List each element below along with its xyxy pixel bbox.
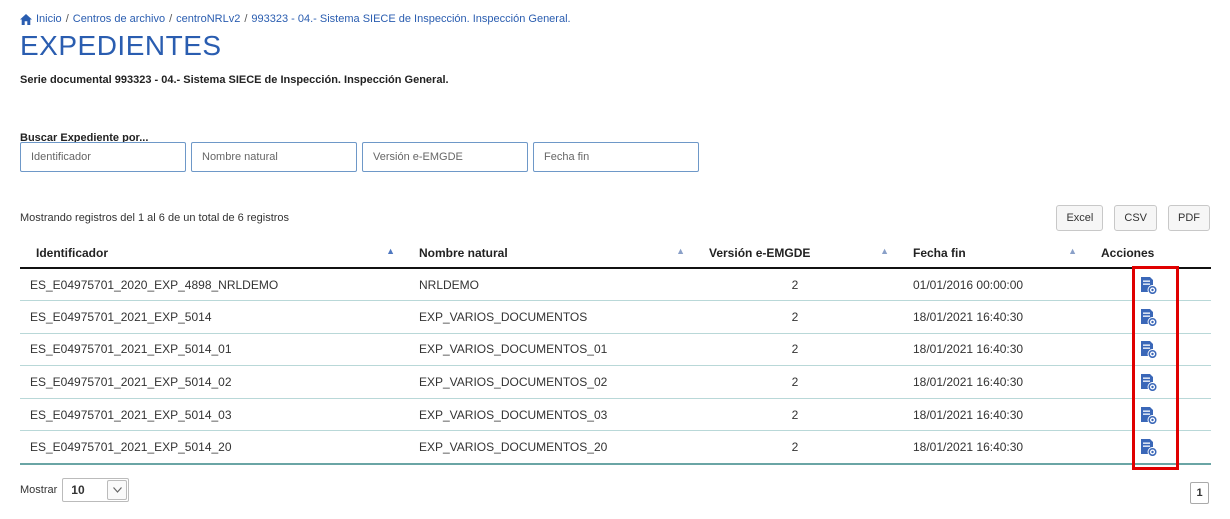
search-version-input[interactable] — [362, 142, 528, 172]
table-header-row: Identificador ▲ Nombre natural ▲ Versión e… — [20, 238, 1211, 269]
length-label: Mostrar — [20, 484, 58, 496]
cell-nombre: NRLDEMO — [419, 277, 480, 292]
table-row: ES_E04975701_2021_EXP_5014_03 EXP_VARIOS_… — [20, 398, 1211, 431]
sort-asc-icon: ▲ — [386, 246, 395, 256]
page-title: EXPEDIENTES — [20, 30, 222, 61]
breadcrumb-separator: / — [169, 13, 173, 25]
view-document-icon[interactable] — [1139, 276, 1157, 294]
search-fecha-input[interactable] — [533, 142, 699, 172]
cell-identificador: ES_E04975701_2021_EXP_5014_02 — [30, 375, 232, 390]
table-row: ES_E04975701_2021_EXP_5014_20 EXP_VARIOS_… — [20, 431, 1211, 464]
cell-version: 2 — [791, 277, 799, 292]
view-document-icon[interactable] — [1139, 406, 1157, 424]
cell-identificador: ES_E04975701_2021_EXP_5014 — [30, 309, 212, 324]
view-document-icon[interactable] — [1139, 438, 1157, 457]
breadcrumb: Inicio / Centros de archivo / centroNRLv… — [20, 13, 571, 25]
cell-nombre: EXP_VARIOS_DOCUMENTOS_03 — [419, 407, 608, 422]
export-buttons: Excel CSV PDF — [1056, 205, 1210, 231]
cell-identificador: ES_E04975701_2021_EXP_5014_20 — [30, 440, 232, 455]
header-label: Fecha fin — [913, 245, 966, 260]
cell-acciones — [1085, 333, 1211, 366]
sort-both-icon: ▲ — [1068, 246, 1077, 256]
cell-acciones — [1085, 268, 1211, 301]
breadcrumb-inicio[interactable]: Inicio — [36, 13, 62, 25]
cell-acciones — [1085, 398, 1211, 431]
sort-both-icon: ▲ — [676, 246, 685, 256]
breadcrumb-separator: / — [65, 13, 69, 25]
table-row: ES_E04975701_2021_EXP_5014_01 EXP_VARIOS_… — [20, 333, 1211, 366]
home-icon[interactable] — [20, 13, 32, 25]
cell-fecha: 18/01/2021 16:40:30 — [913, 309, 1024, 324]
chevron-down-icon — [107, 480, 128, 500]
breadcrumb-centros-archivo[interactable]: Centros de archivo — [73, 13, 165, 25]
header-label: Versión e-EMGDE — [709, 245, 811, 260]
length-value: 10 — [71, 483, 85, 497]
table-row: ES_E04975701_2021_EXP_5014_02 EXP_VARIOS_… — [20, 366, 1211, 399]
cell-acciones — [1085, 301, 1211, 334]
cell-version: 2 — [791, 342, 799, 357]
view-document-icon[interactable] — [1139, 373, 1157, 392]
cell-fecha: 18/01/2021 16:40:30 — [913, 407, 1024, 422]
breadcrumb-centro[interactable]: centroNRLv2 — [176, 13, 240, 25]
cell-nombre: EXP_VARIOS_DOCUMENTOS — [419, 309, 588, 324]
page-subtitle: Serie documental 993323 - 04.- Sistema S… — [20, 74, 449, 86]
header-version[interactable]: Versión e-EMGDE ▲ — [693, 238, 897, 269]
header-label: Identificador — [36, 245, 109, 260]
page-length-control: Mostrar 10 — [20, 478, 130, 502]
cell-acciones — [1085, 431, 1211, 464]
records-info: Mostrando registros del 1 al 6 de un tot… — [20, 212, 290, 224]
cell-version: 2 — [791, 309, 799, 324]
cell-identificador: ES_E04975701_2020_EXP_4898_NRLDEMO — [30, 277, 279, 292]
sort-both-icon: ▲ — [880, 246, 889, 256]
table-row: ES_E04975701_2020_EXP_4898_NRLDEMO NRLDEM… — [20, 268, 1211, 301]
cell-identificador: ES_E04975701_2021_EXP_5014_01 — [30, 342, 232, 357]
cell-fecha: 18/01/2021 16:40:30 — [913, 342, 1024, 357]
excel-button[interactable]: Excel — [1056, 205, 1104, 231]
cell-acciones — [1085, 366, 1211, 399]
view-document-icon[interactable] — [1139, 340, 1157, 359]
header-identificador[interactable]: Identificador ▲ — [20, 238, 403, 269]
cell-nombre: EXP_VARIOS_DOCUMENTOS_02 — [419, 375, 608, 390]
view-document-icon[interactable] — [1139, 308, 1157, 326]
search-nombre-input[interactable] — [191, 142, 357, 172]
header-label: Acciones — [1101, 245, 1155, 260]
cell-fecha: 18/01/2021 16:40:30 — [913, 375, 1024, 390]
csv-button[interactable]: CSV — [1114, 205, 1157, 231]
search-fields — [20, 142, 699, 172]
breadcrumb-serie[interactable]: 993323 - 04.- Sistema SIECE de Inspecció… — [251, 13, 570, 25]
header-label: Nombre natural — [419, 245, 508, 260]
cell-version: 2 — [791, 440, 799, 455]
pdf-button[interactable]: PDF — [1168, 205, 1210, 231]
header-fecha[interactable]: Fecha fin ▲ — [897, 238, 1085, 269]
cell-nombre: EXP_VARIOS_DOCUMENTOS_20 — [419, 440, 608, 455]
cell-version: 2 — [791, 407, 799, 422]
header-nombre[interactable]: Nombre natural ▲ — [403, 238, 693, 269]
table-row: ES_E04975701_2021_EXP_5014 EXP_VARIOS_DOC… — [20, 301, 1211, 334]
breadcrumb-separator: / — [244, 13, 248, 25]
page-length-select[interactable]: 10 — [62, 478, 130, 502]
search-identificador-input[interactable] — [20, 142, 186, 172]
pagination-page-button[interactable]: 1 — [1190, 482, 1209, 504]
cell-nombre: EXP_VARIOS_DOCUMENTOS_01 — [419, 342, 608, 357]
expedientes-table: Identificador ▲ Nombre natural ▲ Versión e… — [20, 238, 1211, 465]
header-acciones: Acciones — [1085, 238, 1211, 269]
cell-fecha: 18/01/2021 16:40:30 — [913, 440, 1024, 455]
cell-version: 2 — [791, 375, 799, 390]
cell-identificador: ES_E04975701_2021_EXP_5014_03 — [30, 407, 232, 422]
cell-fecha: 01/01/2016 00:00:00 — [913, 277, 1024, 292]
